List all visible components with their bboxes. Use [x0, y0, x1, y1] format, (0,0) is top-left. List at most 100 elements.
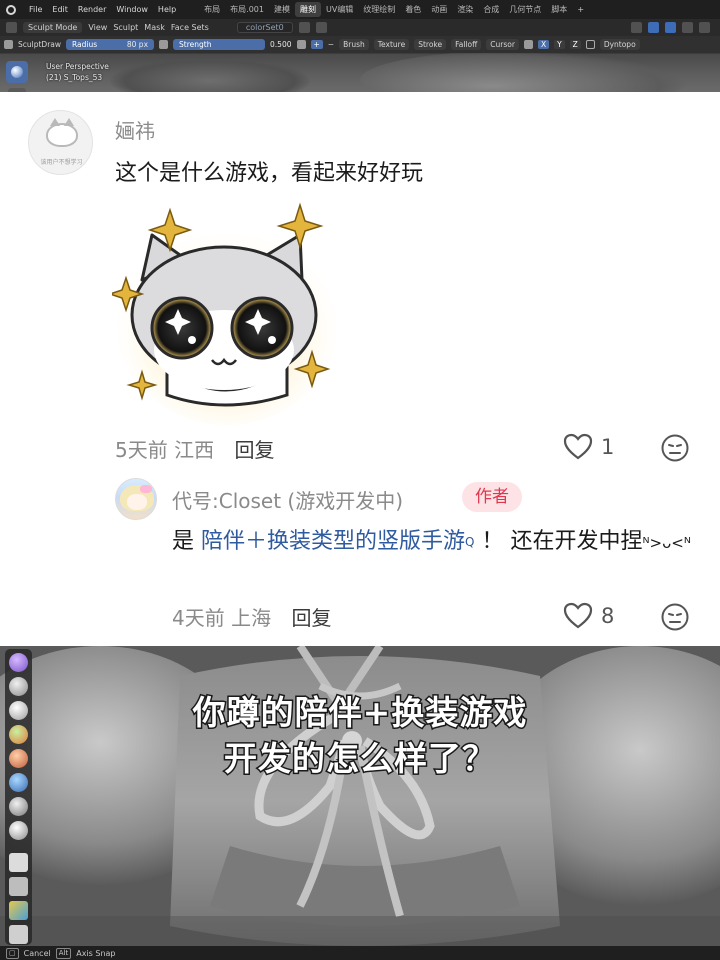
reply-button[interactable]: 回复: [291, 606, 331, 630]
cloth-fold: [110, 58, 310, 92]
draw-tool-button[interactable]: [6, 61, 28, 83]
like-count: 1: [601, 435, 615, 459]
symmetry-icon[interactable]: [298, 22, 310, 33]
cat-avatar-icon: [46, 118, 78, 147]
status-cancel: Cancel: [23, 948, 51, 958]
screenshot-root: File Edit Render Window Help 布局 布局.001 建…: [0, 0, 720, 960]
mode-selector[interactable]: Sculpt Mode: [23, 22, 83, 33]
dyntopo-dropdown[interactable]: Dyntopo: [599, 39, 640, 50]
menu-mask[interactable]: Mask: [144, 23, 165, 32]
box-face-set-icon[interactable]: [9, 877, 28, 896]
kaomoji: ᴺ>ᴗ<ᴺ: [642, 534, 691, 552]
meh-face-icon[interactable]: [661, 603, 689, 631]
author-badge: 作者: [462, 482, 522, 512]
menu-help[interactable]: Help: [153, 5, 181, 14]
menu-edit[interactable]: Edit: [47, 5, 73, 14]
strength-value[interactable]: 0.500: [270, 40, 291, 49]
sphere-icon: [11, 66, 23, 78]
draw-tool-icon[interactable]: [9, 653, 28, 672]
heart-icon: [563, 602, 593, 629]
reply-text: 是 陪伴＋换装类型的竖版手游Q ！ 还在开发中捏ᴺ>ᴗ<ᴺ: [172, 522, 692, 563]
texture-dropdown[interactable]: Texture: [373, 39, 410, 50]
menu-render[interactable]: Render: [73, 5, 111, 14]
video-subtitle-line1: 你蹲的陪伴+换装游戏: [191, 692, 528, 734]
gizmo-icon[interactable]: [648, 22, 659, 33]
mesh-filter-icon[interactable]: [9, 901, 28, 920]
reply-meta: 4天前 上海 回复: [172, 602, 331, 631]
transform-tool-icon[interactable]: [9, 925, 28, 944]
brush-icon[interactable]: [4, 40, 13, 49]
dyntopo-checkbox[interactable]: [585, 40, 595, 49]
comment-location: 江西: [174, 438, 215, 462]
visibility-icon[interactable]: [631, 22, 642, 33]
strength-pressure-icon[interactable]: [296, 40, 306, 49]
direction-add-button[interactable]: +: [310, 40, 323, 49]
workspace-tab[interactable]: 几何节点: [504, 4, 546, 15]
like-button[interactable]: 1: [563, 433, 614, 461]
heart-icon: [563, 433, 593, 460]
axis-y-toggle[interactable]: Y: [554, 40, 565, 49]
reply-location: 上海: [231, 606, 272, 630]
cloth-fold: [360, 50, 690, 92]
strength-field[interactable]: Strength: [173, 39, 266, 50]
viewport-info: User Perspective (21) S_Tops_53: [46, 61, 109, 83]
workspace-tab-active[interactable]: 雕刻: [294, 2, 321, 17]
comment-time: 5天前: [115, 438, 168, 462]
stroke-dropdown[interactable]: Stroke: [414, 39, 447, 50]
menu-window[interactable]: Window: [111, 5, 153, 14]
pressure-icon[interactable]: [159, 40, 169, 49]
xray-icon[interactable]: [682, 22, 693, 33]
workspace-tab[interactable]: 动画: [426, 4, 452, 15]
comment-username[interactable]: 婳祎: [115, 115, 155, 144]
tool-settings-header: SculptDraw Radius 80 px Strength 0.500 +…: [0, 36, 720, 53]
blender-logo-icon[interactable]: [6, 4, 16, 15]
mirror-icon: [523, 40, 533, 49]
status-axis-snap: Axis Snap: [76, 948, 116, 958]
shading-icon[interactable]: [699, 22, 710, 33]
menu-file[interactable]: File: [24, 5, 47, 14]
search-mark-icon[interactable]: Q: [465, 535, 474, 549]
radius-field[interactable]: Radius 80 px: [66, 39, 155, 50]
cursor-dropdown[interactable]: Cursor: [486, 39, 519, 50]
brush-dropdown[interactable]: Brush: [339, 39, 369, 50]
workspace-tab[interactable]: 纹理绘制: [358, 4, 400, 15]
status-bar: ▢ Cancel Alt Axis Snap: [0, 946, 720, 960]
topic-link[interactable]: 陪伴＋换装类型的竖版手游: [201, 529, 465, 554]
like-button[interactable]: 8: [563, 602, 614, 630]
workspace-tab[interactable]: 脚本: [546, 4, 572, 15]
add-workspace-button[interactable]: +: [572, 5, 589, 14]
object-name-field[interactable]: colorSet0: [236, 22, 293, 33]
direction-subtract-button[interactable]: −: [328, 40, 334, 49]
mask-tool-icon[interactable]: [9, 797, 28, 816]
falloff-dropdown[interactable]: Falloff: [451, 39, 482, 50]
menu-sculpt[interactable]: Sculpt: [113, 23, 138, 32]
reply-username[interactable]: 代号:Closet (游戏开发中): [172, 485, 403, 514]
author-avatar[interactable]: [115, 478, 157, 520]
workspace-tab[interactable]: 布局.001: [225, 4, 269, 15]
pivot-icon[interactable]: [315, 22, 327, 33]
axis-x-toggle[interactable]: X: [537, 40, 550, 49]
reply-text-suffix: ！ 还在开发中捏: [481, 529, 643, 554]
workspace-tab[interactable]: UV编辑: [321, 4, 358, 15]
face-set-tool-icon[interactable]: [9, 821, 28, 840]
menu-view[interactable]: View: [88, 23, 107, 32]
editor-type-icon[interactable]: [6, 22, 17, 33]
blender-viewport-bottom[interactable]: 你蹲的陪伴+换装游戏 开发的怎么样了？ ▢ Cancel Alt Axis Sn…: [0, 646, 720, 960]
like-count: 8: [601, 604, 615, 628]
radius-label: Radius: [72, 40, 98, 49]
avatar[interactable]: 该用户不想学习: [28, 110, 93, 175]
menu-face-sets[interactable]: Face Sets: [171, 23, 209, 32]
meh-face-icon[interactable]: [661, 434, 689, 462]
reply-button[interactable]: 回复: [234, 438, 274, 462]
workspace-tab[interactable]: 合成: [478, 4, 504, 15]
brush-name[interactable]: SculptDraw: [18, 40, 61, 49]
workspace-tab[interactable]: 着色: [400, 4, 426, 15]
box-mask-icon[interactable]: [9, 853, 28, 872]
overlay-icon[interactable]: [665, 22, 676, 33]
toolbar-top-fragment: [3, 58, 29, 92]
axis-z-toggle[interactable]: Z: [569, 40, 581, 49]
workspace-tab[interactable]: 渲染: [452, 4, 478, 15]
workspace-tab[interactable]: 布局: [199, 4, 225, 15]
view-perspective-label: User Perspective: [46, 62, 109, 71]
workspace-tab[interactable]: 建模: [269, 4, 295, 15]
